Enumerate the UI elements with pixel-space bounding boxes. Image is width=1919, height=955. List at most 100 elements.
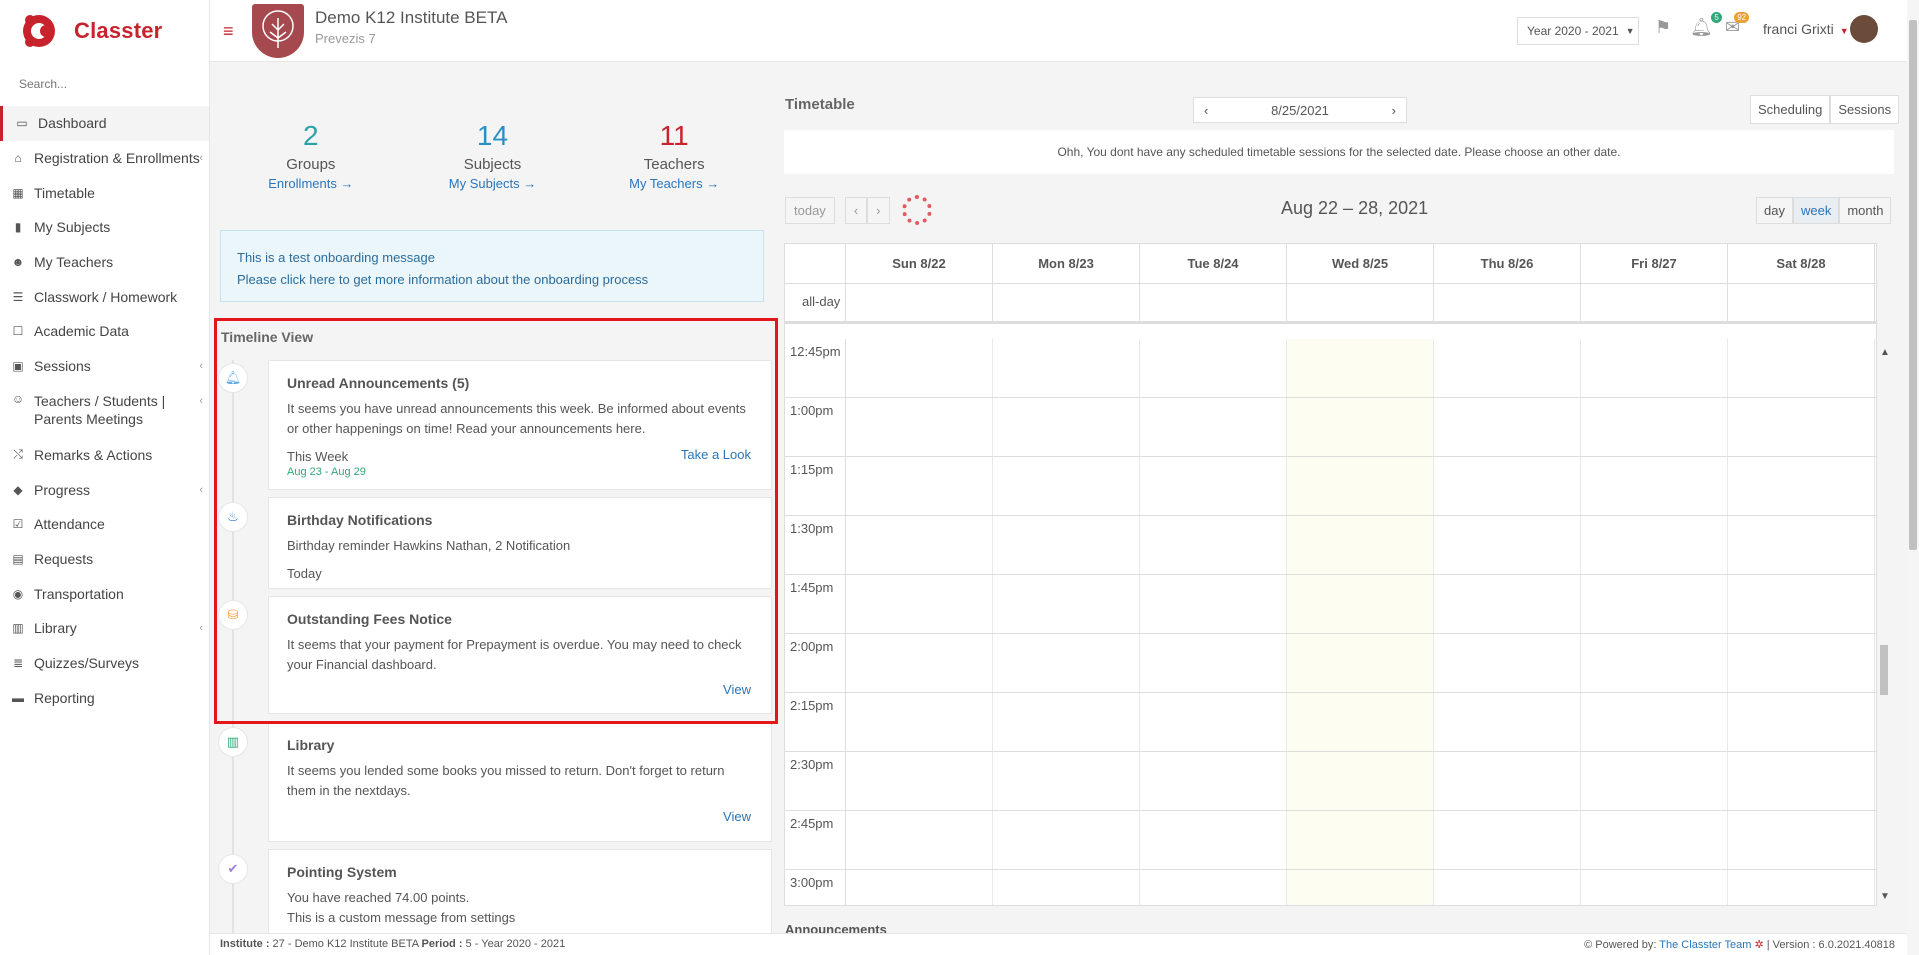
time-slot-cell[interactable] [1140,634,1287,692]
search-input[interactable] [19,77,199,91]
allday-cell[interactable] [1581,284,1728,321]
time-slot-cell[interactable] [993,575,1140,633]
allday-cell[interactable] [1140,284,1287,321]
sidebar-item-library[interactable]: ▥ Library ‹ [0,611,209,646]
avatar[interactable] [1850,15,1878,43]
time-slot-cell[interactable] [1728,516,1875,574]
time-slot-cell[interactable] [1434,516,1581,574]
my-teachers-link[interactable]: My Teachers → [583,176,765,191]
time-slot-cell[interactable] [1728,811,1875,869]
sidebar-item-reporting[interactable]: ▬ Reporting [0,680,209,715]
time-slot-cell[interactable] [1434,870,1581,905]
time-slot-cell[interactable] [846,693,993,751]
sidebar-item-teachers-students-parents-meetings[interactable]: ☺ Teachers / Students | Parents Meetings ‹ [0,384,209,438]
sidebar-item-transportation[interactable]: ◉ Transportation [0,576,209,611]
time-slot-cell[interactable] [1581,575,1728,633]
time-slot-cell[interactable] [1434,575,1581,633]
my-subjects-link[interactable]: My Subjects → [402,176,584,191]
view-month-button[interactable]: month [1839,197,1892,224]
user-menu[interactable]: franci Grixti ▼ [1763,21,1849,37]
view-week-button[interactable]: week [1792,197,1840,224]
page-scrollbar[interactable] [1907,0,1919,955]
time-slot-cell[interactable] [1140,752,1287,810]
time-slot-cell[interactable] [1581,693,1728,751]
time-slot-cell[interactable] [846,516,993,574]
time-slot-cell[interactable] [1728,575,1875,633]
time-slot-cell[interactable] [1140,811,1287,869]
time-slot-cell[interactable] [1287,870,1434,905]
time-slot-cell[interactable] [1140,575,1287,633]
allday-cell[interactable] [1434,284,1581,321]
time-slot-cell[interactable] [846,339,993,397]
time-slot-cell[interactable] [1287,811,1434,869]
next-week-button[interactable]: › [867,196,890,224]
time-slot-cell[interactable] [846,811,993,869]
notifications-bell-icon[interactable]: 🔔︎ 5 [1690,12,1722,38]
sidebar-item-registration-enrollments[interactable]: ⌂ Registration & Enrollments ‹ [0,141,209,176]
time-slot-cell[interactable] [1581,634,1728,692]
sidebar-item-classwork-homework[interactable]: ☰ Classwork / Homework [0,279,209,314]
year-select[interactable]: Year 2020 - 2021 ▼ [1517,17,1639,45]
sidebar-item-progress[interactable]: ◆ Progress ‹ [0,472,209,507]
sidebar-item-academic-data[interactable]: ☐ Academic Data [0,314,209,349]
scroll-down-icon[interactable]: ▼ [1880,891,1890,902]
sidebar-item-timetable[interactable]: ▦ Timetable [0,175,209,210]
sessions-button[interactable]: Sessions [1830,95,1900,124]
calendar-scrollbar-thumb[interactable] [1880,645,1888,695]
sidebar-item-my-teachers[interactable]: ☻ My Teachers [0,245,209,280]
allday-cell[interactable] [846,284,993,321]
time-slot-cell[interactable] [993,457,1140,515]
time-slot-cell[interactable] [1287,339,1434,397]
time-slot-cell[interactable] [1728,870,1875,905]
time-slot-cell[interactable] [1140,398,1287,456]
today-button[interactable]: today [785,196,835,224]
time-slot-cell[interactable] [1140,870,1287,905]
enrollments-link[interactable]: Enrollments → [220,176,402,191]
time-slot-cell[interactable] [1287,752,1434,810]
time-slot-cell[interactable] [1581,398,1728,456]
chevron-left-icon[interactable]: ‹ [1204,103,1208,118]
messages-envelope-icon[interactable]: ✉ 92 [1725,12,1750,38]
time-slot-cell[interactable] [1287,457,1434,515]
date-value[interactable]: 8/25/2021 [1271,103,1329,118]
time-slot-cell[interactable] [1581,339,1728,397]
time-slot-cell[interactable] [1434,398,1581,456]
time-slot-cell[interactable] [1434,457,1581,515]
menu-toggle-icon[interactable]: ≡ [223,21,234,42]
time-slot-cell[interactable] [993,516,1140,574]
sidebar-item-requests[interactable]: ▤ Requests [0,542,209,577]
time-slot-cell[interactable] [846,398,993,456]
time-slot-cell[interactable] [1581,752,1728,810]
time-slot-cell[interactable] [846,752,993,810]
time-slot-cell[interactable] [1287,575,1434,633]
sidebar-item-remarks-actions[interactable]: ⤭ Remarks & Actions [0,438,209,473]
time-slot-cell[interactable] [993,752,1140,810]
allday-cell[interactable] [1287,284,1434,321]
view-day-button[interactable]: day [1756,197,1793,224]
sidebar-item-attendance[interactable]: ☑ Attendance [0,507,209,542]
time-slot-cell[interactable] [1728,693,1875,751]
scroll-up-icon[interactable]: ▲ [1880,347,1890,358]
view-fees-link[interactable]: View [723,682,751,697]
view-library-link[interactable]: View [723,809,751,824]
time-slot-cell[interactable] [1728,752,1875,810]
time-slot-cell[interactable] [1728,339,1875,397]
time-slot-cell[interactable] [993,811,1140,869]
time-slot-cell[interactable] [1140,693,1287,751]
time-slot-cell[interactable] [993,693,1140,751]
time-slot-cell[interactable] [1434,693,1581,751]
time-slot-cell[interactable] [993,339,1140,397]
onboarding-link[interactable]: Please click here to get more informatio… [237,269,747,291]
time-slot-cell[interactable] [846,457,993,515]
time-slot-cell[interactable] [1434,811,1581,869]
time-slot-cell[interactable] [1434,752,1581,810]
classter-team-link[interactable]: The Classter Team [1659,939,1751,951]
brand-logo[interactable]: Classter [0,0,209,62]
time-slot-cell[interactable] [993,398,1140,456]
time-slot-cell[interactable] [846,634,993,692]
flag-icon[interactable]: ⚑ [1655,17,1671,38]
time-slot-cell[interactable] [1140,516,1287,574]
scheduling-button[interactable]: Scheduling [1750,95,1831,124]
time-slot-cell[interactable] [1140,339,1287,397]
time-slot-cell[interactable] [1287,516,1434,574]
